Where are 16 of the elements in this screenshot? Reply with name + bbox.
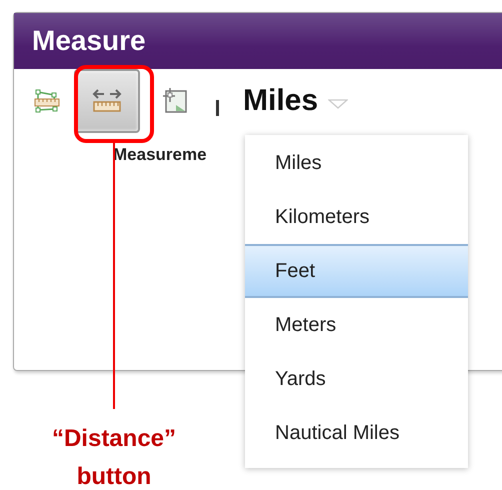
map-crosshair-icon xyxy=(162,87,188,115)
menu-item[interactable]: Nautical Miles xyxy=(245,406,468,460)
menu-item[interactable]: Kilometers xyxy=(245,190,468,244)
menu-item[interactable]: Feet xyxy=(245,244,468,298)
caret-icon xyxy=(328,99,348,109)
window-title: Measure xyxy=(32,25,146,57)
menu-item[interactable]: Yards xyxy=(245,352,468,406)
callout-label: “Distance” button xyxy=(50,424,178,490)
unit-dropdown[interactable]: Miles xyxy=(243,84,348,118)
menu-item[interactable]: Miles xyxy=(245,136,468,190)
distance-tool-button[interactable] xyxy=(74,69,140,133)
ruler-arrows-icon xyxy=(90,88,124,114)
measurement-label: Measureme xyxy=(113,145,208,165)
ruler-polygon-icon xyxy=(34,87,60,115)
separator-bar xyxy=(216,100,219,116)
menu-item[interactable]: Meters xyxy=(245,298,468,352)
